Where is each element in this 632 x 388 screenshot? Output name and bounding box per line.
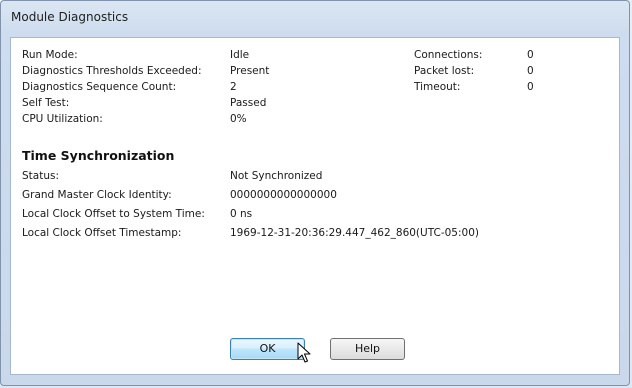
dialog-content: Run Mode: Idle Diagnostics Thresholds Ex…	[10, 37, 620, 375]
connections-label: Connections:	[414, 49, 483, 61]
grand-master-value: 0000000000000000	[230, 189, 337, 201]
cpu-utilization-label: CPU Utilization:	[22, 113, 103, 125]
grand-master-label: Grand Master Clock Identity:	[22, 189, 172, 201]
packet-lost-label: Packet lost:	[414, 65, 475, 77]
timeout-label: Timeout:	[414, 81, 461, 93]
arrow-cursor-icon	[297, 342, 311, 363]
packet-lost-value: 0	[527, 65, 534, 77]
cpu-utilization-value: 0%	[230, 113, 247, 125]
timeout-value: 0	[527, 81, 534, 93]
run-mode-value: Idle	[230, 49, 250, 61]
title-bar[interactable]: Module Diagnostics	[1, 1, 629, 35]
self-test-value: Passed	[230, 97, 267, 109]
clock-offset-label: Local Clock Offset to System Time:	[22, 208, 205, 220]
offset-timestamp-label: Local Clock Offset Timestamp:	[22, 227, 182, 239]
connections-value: 0	[527, 49, 534, 61]
ok-button[interactable]: OK	[230, 338, 305, 360]
thresholds-value: Present	[230, 65, 270, 77]
sequence-count-label: Diagnostics Sequence Count:	[22, 81, 177, 93]
module-diagnostics-dialog: Module Diagnostics Run Mode: Idle Diagno…	[0, 0, 630, 386]
run-mode-label: Run Mode:	[22, 49, 78, 61]
sequence-count-value: 2	[230, 81, 237, 93]
help-button[interactable]: Help	[330, 338, 405, 360]
dialog-title: Module Diagnostics	[11, 10, 129, 24]
sync-status-label: Status:	[22, 170, 59, 182]
thresholds-label: Diagnostics Thresholds Exceeded:	[22, 65, 202, 77]
self-test-label: Self Test:	[22, 97, 70, 109]
time-sync-heading: Time Synchronization	[22, 148, 175, 163]
sync-status-value: Not Synchronized	[230, 170, 323, 182]
clock-offset-value: 0 ns	[230, 208, 253, 220]
offset-timestamp-value: 1969-12-31-20:36:29.447_462_860(UTC-05:0…	[230, 227, 479, 239]
screen: Module Diagnostics Run Mode: Idle Diagno…	[0, 0, 632, 388]
